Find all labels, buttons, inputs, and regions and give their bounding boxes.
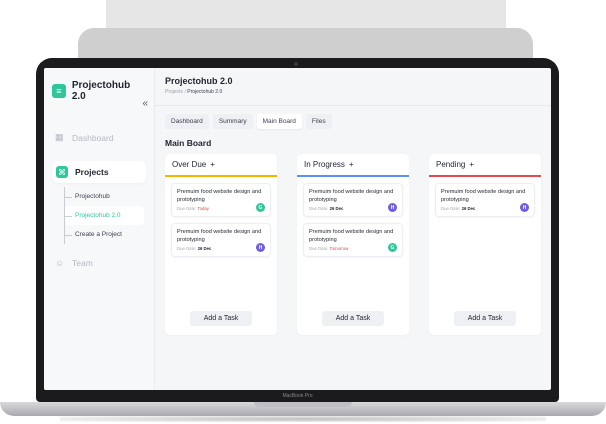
due-date: Due Date: 26 Dec — [441, 206, 529, 211]
due-label: Due Date: — [441, 206, 461, 212]
task-title: Premuim food website design and prototyp… — [309, 229, 394, 244]
column-title: In Progress — [304, 160, 345, 169]
add-task-button[interactable]: Add a Task — [322, 311, 384, 326]
brand-name: Projectohub 2.0 — [71, 80, 131, 102]
add-card-icon[interactable]: + — [210, 160, 215, 169]
add-card-icon[interactable]: + — [469, 160, 474, 169]
sidebar-item-label: Dashboard — [72, 132, 114, 143]
sidebar-item-team[interactable]: ☺ Team — [52, 258, 146, 268]
column-header: Pending + — [429, 154, 541, 175]
sidebar-subitem-projectohub[interactable]: Projectohub — [65, 187, 146, 206]
task-card[interactable]: Premuim food website design and prototyp… — [435, 183, 535, 217]
tab-summary[interactable]: Summary — [212, 114, 253, 129]
due-value: 26 Dec — [197, 246, 212, 252]
column-header: In Progress + — [297, 154, 409, 175]
task-card[interactable]: Premuim food website design and prototyp… — [303, 223, 403, 257]
add-task-button[interactable]: Add a Task — [454, 311, 516, 326]
task-title: Premuim food website design and prototyp… — [177, 189, 262, 204]
laptop-notch — [254, 402, 352, 407]
sidebar-item-label: Team — [72, 258, 93, 268]
grid-icon: ▦ — [55, 132, 64, 142]
due-value: Today — [197, 206, 209, 212]
column-title: Over Due — [172, 160, 207, 169]
column-pending: Pending + Premuim food website design an… — [429, 154, 541, 335]
add-card-icon[interactable]: + — [349, 160, 354, 169]
breadcrumb-root[interactable]: Projects — [165, 89, 183, 95]
column-header: Over Due + — [165, 154, 277, 175]
due-value: 26 Dec — [329, 206, 344, 212]
device-stage: ≡ Projectohub 2.0 « ▦ Dashboard ⌘ Projec… — [0, 0, 606, 424]
breadcrumb: Projects / Projectohub 2.0 — [165, 89, 541, 95]
projects-sub-list: Projectohub Projectohub 2.0 Create a Pro… — [64, 187, 146, 244]
sidebar-subitem-projectohub-2[interactable]: Projectohub 2.0 — [65, 206, 144, 225]
avatar[interactable]: G — [388, 243, 397, 252]
sidebar-subitem-create-project[interactable]: Create a Project — [65, 225, 146, 244]
header-divider — [155, 105, 551, 106]
task-card[interactable]: Premuim food website design and prototyp… — [171, 183, 271, 217]
tab-main-board[interactable]: Main Board — [256, 114, 302, 129]
due-value: 26 Dec — [461, 206, 476, 212]
column-over-due: Over Due + Premuim food website design a… — [165, 154, 277, 335]
due-date: Due Date: 26 Dec — [177, 246, 265, 251]
tab-bar: Dashboard Summary Main Board Files — [165, 114, 541, 129]
due-label: Due Date: — [177, 246, 197, 252]
breadcrumb-separator: / — [184, 89, 186, 95]
due-label: Due Date: — [309, 206, 329, 212]
camera-dot — [294, 62, 298, 66]
breadcrumb-current: Projectohub 2.0 — [187, 89, 223, 95]
kanban-columns: Over Due + Premuim food website design a… — [165, 154, 541, 335]
laptop-bezel: ≡ Projectohub 2.0 « ▦ Dashboard ⌘ Projec… — [36, 58, 559, 402]
task-title: Premuim food website design and prototyp… — [177, 229, 262, 244]
brand[interactable]: ≡ Projectohub 2.0 — [52, 80, 146, 102]
users-icon: ☺ — [55, 258, 65, 268]
column-in-progress: In Progress + Premuim food website desig… — [297, 154, 409, 335]
board-title: Main Board — [165, 138, 212, 148]
sidebar: ≡ Projectohub 2.0 « ▦ Dashboard ⌘ Projec… — [44, 68, 155, 390]
task-card[interactable]: Premuim food website design and prototyp… — [171, 223, 271, 257]
due-date: Due Date: Today — [177, 206, 265, 211]
logo-icon: ≡ — [52, 84, 66, 98]
column-accent-bar — [165, 175, 277, 177]
task-title: Premuim food website design and prototyp… — [441, 189, 526, 204]
avatar[interactable]: G — [256, 203, 265, 212]
avatar[interactable]: H — [388, 203, 397, 212]
sidebar-item-label: Projects — [75, 167, 109, 177]
tab-files[interactable]: Files — [305, 114, 332, 129]
laptop-shadow — [60, 416, 546, 422]
avatar[interactable]: H — [256, 243, 265, 252]
due-label: Due Date: — [177, 206, 197, 212]
command-icon: ⌘ — [56, 166, 68, 178]
column-accent-bar — [429, 175, 541, 177]
column-accent-bar — [297, 175, 409, 177]
tab-dashboard[interactable]: Dashboard — [165, 114, 209, 129]
due-date: Due Date: Tomorrow — [309, 246, 397, 251]
task-card[interactable]: Premuim food website design and prototyp… — [303, 183, 403, 217]
column-title: Pending — [436, 160, 466, 169]
sidebar-item-dashboard[interactable]: ▦ Dashboard — [52, 132, 146, 143]
due-date: Due Date: 26 Dec — [309, 206, 397, 211]
laptop-base — [0, 402, 606, 416]
add-task-button[interactable]: Add a Task — [190, 311, 252, 326]
app-screen: ≡ Projectohub 2.0 « ▦ Dashboard ⌘ Projec… — [44, 68, 551, 390]
collapse-sidebar-icon[interactable]: « — [142, 98, 148, 109]
due-label: Due Date: — [309, 246, 329, 252]
main-content: Projectohub 2.0 Projects / Projectohub 2… — [155, 68, 551, 390]
avatar[interactable]: H — [520, 203, 529, 212]
sidebar-item-projects[interactable]: ⌘ Projects — [52, 161, 146, 183]
due-value: Tomorrow — [329, 246, 349, 252]
device-label: MacBook Pro — [282, 393, 313, 399]
task-title: Premuim food website design and prototyp… — [309, 189, 394, 204]
page-title: Projectohub 2.0 — [165, 76, 233, 86]
